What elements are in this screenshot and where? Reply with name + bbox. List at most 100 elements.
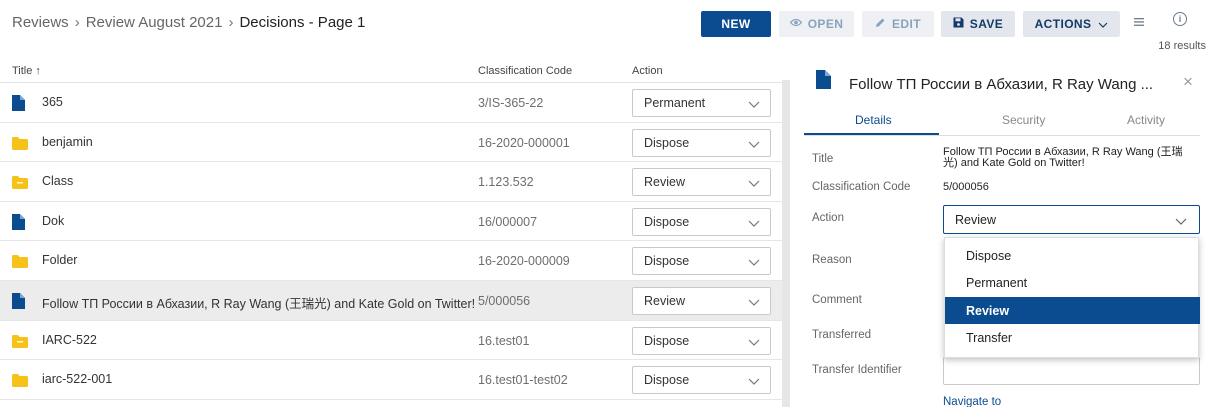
chevron-down-icon bbox=[748, 137, 760, 151]
close-icon[interactable]: × bbox=[1183, 72, 1193, 92]
active-tab-indicator bbox=[804, 133, 939, 135]
table-row[interactable]: benjamin 16-2020-000001 Dispose bbox=[0, 123, 782, 163]
option-transfer[interactable]: Transfer bbox=[945, 324, 1200, 351]
tab-activity[interactable]: Activity bbox=[1127, 113, 1165, 127]
chevron-down-icon bbox=[748, 97, 760, 111]
open-button[interactable]: OPEN bbox=[779, 11, 854, 37]
column-header-action[interactable]: Action bbox=[632, 65, 663, 77]
row-action-select[interactable]: Review bbox=[632, 286, 771, 315]
panel-tabs: Details Security Activity bbox=[804, 102, 1200, 136]
tab-security[interactable]: Security bbox=[1002, 113, 1045, 127]
title-value: Follow ТП России в Абхазии, R Ray Wang (… bbox=[943, 147, 1183, 169]
row-classification-code: 3/IS-365-22 bbox=[478, 96, 544, 110]
table-row[interactable]: IARC-522 16.test01 Dispose bbox=[0, 321, 782, 361]
row-classification-code: 16.test01-test02 bbox=[478, 373, 568, 388]
transfer-identifier-input[interactable] bbox=[943, 357, 1200, 385]
class-icon bbox=[12, 174, 28, 190]
action-label: Action bbox=[812, 212, 844, 224]
classification-code-label: Classification Code bbox=[812, 181, 911, 193]
folder-icon bbox=[12, 253, 28, 269]
breadcrumb: Reviews › Review August 2021 › Decisions… bbox=[12, 14, 365, 31]
row-action-select[interactable]: Dispose bbox=[632, 326, 771, 355]
chevron-down-icon bbox=[748, 176, 760, 190]
breadcrumb-current: Decisions - Page 1 bbox=[239, 14, 366, 31]
save-button[interactable]: SAVE bbox=[941, 11, 1015, 37]
row-classification-code: 1.123.532 bbox=[478, 175, 534, 190]
scrollbar[interactable] bbox=[782, 80, 790, 407]
row-action-select[interactable]: Dispose bbox=[632, 128, 771, 157]
details-panel: Follow ТП России в Абхазии, R Ray Wang .… bbox=[790, 58, 1210, 407]
list-view-icon[interactable] bbox=[1134, 15, 1144, 29]
row-action-value: Dispose bbox=[644, 373, 690, 388]
navigate-to-link[interactable]: Navigate to bbox=[943, 396, 1001, 407]
row-action-value: Review bbox=[644, 293, 685, 308]
table-row[interactable]: 365 3/IS-365-22 Permanent bbox=[0, 83, 782, 123]
new-button-label: NEW bbox=[721, 17, 751, 31]
document-icon bbox=[816, 70, 831, 94]
floppy-icon bbox=[953, 17, 964, 31]
chevron-down-icon bbox=[1098, 17, 1108, 31]
breadcrumb-review-august[interactable]: Review August 2021 bbox=[86, 14, 223, 31]
option-permanent[interactable]: Permanent bbox=[945, 269, 1200, 296]
title-label: Title bbox=[812, 153, 834, 165]
actions-button[interactable]: ACTIONS bbox=[1023, 11, 1120, 37]
row-title[interactable]: IARC-522 bbox=[42, 333, 97, 347]
action-select[interactable]: Review bbox=[943, 205, 1200, 234]
pencil-icon bbox=[875, 17, 886, 31]
column-header-title[interactable]: Title ↑ bbox=[12, 65, 41, 77]
row-title[interactable]: Follow ТП России в Абхазии, R Ray Wang (… bbox=[42, 293, 475, 312]
table-row[interactable]: Follow ТП России в Абхазии, R Ray Wang (… bbox=[0, 280, 782, 321]
doc-icon bbox=[12, 95, 25, 111]
row-action-select[interactable]: Permanent bbox=[632, 89, 771, 117]
row-action-value: Dispose bbox=[644, 135, 690, 150]
row-title[interactable]: benjamin bbox=[42, 135, 93, 149]
eye-icon bbox=[789, 18, 803, 30]
table-row[interactable]: Class 1.123.532 Review bbox=[0, 162, 782, 202]
open-button-label: OPEN bbox=[807, 17, 844, 31]
table-body: 365 3/IS-365-22 Permanent benjamin 16-2020-0… bbox=[0, 83, 782, 400]
info-icon[interactable]: i bbox=[1173, 12, 1187, 26]
result-count: 18 results bbox=[1158, 40, 1206, 52]
reason-label: Reason bbox=[812, 254, 852, 266]
row-action-value: Permanent bbox=[644, 96, 706, 110]
table-row[interactable]: Folder 16-2020-000009 Dispose bbox=[0, 241, 782, 281]
table-row[interactable]: iarc-522-001 16.test01-test02 Dispose bbox=[0, 360, 782, 400]
table-header: Title ↑ Classification Code Action bbox=[0, 58, 782, 83]
table-row[interactable]: Dok 16/000007 Dispose bbox=[0, 202, 782, 242]
row-title[interactable]: Dok bbox=[42, 214, 64, 228]
option-dispose[interactable]: Dispose bbox=[945, 242, 1200, 269]
chevron-down-icon bbox=[748, 216, 760, 230]
breadcrumb-separator: › bbox=[74, 14, 80, 31]
breadcrumb-reviews[interactable]: Reviews bbox=[12, 14, 69, 31]
row-title[interactable]: 365 bbox=[42, 95, 63, 109]
action-dropdown-menu: Dispose Permanent Review Transfer bbox=[944, 237, 1200, 358]
row-action-select[interactable]: Dispose bbox=[632, 247, 771, 276]
new-button[interactable]: NEW bbox=[701, 11, 771, 37]
row-classification-code: 16-2020-000009 bbox=[478, 254, 570, 269]
row-classification-code: 5/000056 bbox=[478, 293, 531, 308]
row-title[interactable]: iarc-522-001 bbox=[42, 372, 112, 386]
row-action-select[interactable]: Review bbox=[632, 168, 771, 197]
doc-icon bbox=[12, 213, 25, 230]
folder-icon bbox=[12, 135, 28, 150]
folder-icon bbox=[12, 372, 28, 388]
row-action-select[interactable]: Dispose bbox=[632, 207, 771, 236]
edit-button[interactable]: EDIT bbox=[862, 11, 934, 37]
class-icon bbox=[12, 333, 28, 348]
classification-code-value: 5/000056 bbox=[943, 181, 989, 193]
option-review[interactable]: Review bbox=[945, 297, 1200, 324]
chevron-down-icon bbox=[748, 255, 760, 269]
row-title[interactable]: Folder bbox=[42, 253, 77, 267]
row-action-value: Dispose bbox=[644, 214, 690, 229]
actions-button-label: ACTIONS bbox=[1034, 17, 1092, 31]
row-action-value: Review bbox=[644, 175, 685, 190]
row-title[interactable]: Class bbox=[42, 174, 73, 188]
row-action-select[interactable]: Dispose bbox=[632, 366, 771, 395]
chevron-down-icon bbox=[748, 295, 760, 309]
comment-label: Comment bbox=[812, 294, 862, 306]
column-header-classification-code[interactable]: Classification Code bbox=[478, 65, 572, 77]
chevron-down-icon bbox=[748, 335, 760, 349]
tab-details[interactable]: Details bbox=[855, 113, 892, 127]
edit-button-label: EDIT bbox=[892, 17, 921, 31]
row-classification-code: 16/000007 bbox=[478, 214, 538, 229]
